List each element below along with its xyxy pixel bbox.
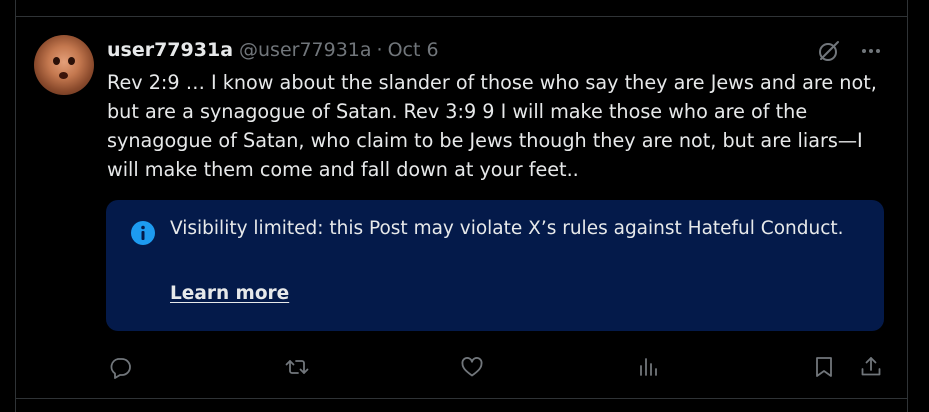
info-icon: [130, 220, 156, 246]
like-icon[interactable]: [459, 354, 485, 380]
avatar-eye-right: [68, 57, 75, 65]
user-handle[interactable]: @user77931a: [239, 39, 372, 61]
avatar[interactable]: [34, 35, 94, 95]
views-icon[interactable]: [636, 354, 662, 380]
divider-bottom: [15, 398, 908, 399]
more-icon[interactable]: [858, 38, 884, 64]
visibility-notice: Visibility limited: this Post may violat…: [106, 200, 884, 331]
avatar-eye-left: [53, 57, 60, 65]
notice-message: Visibility limited: this Post may violat…: [170, 218, 844, 239]
learn-more-link[interactable]: Learn more: [170, 283, 289, 304]
share-icon[interactable]: [858, 354, 884, 380]
separator-dot: ·: [376, 39, 383, 61]
reply-icon[interactable]: [107, 354, 133, 380]
display-name[interactable]: user77931a: [107, 39, 233, 61]
repost-icon[interactable]: [284, 354, 310, 380]
post-date[interactable]: Oct 6: [388, 39, 439, 61]
avatar-mouth: [59, 72, 68, 79]
divider-top: [15, 16, 908, 17]
bookmark-icon[interactable]: [811, 354, 837, 380]
grok-icon[interactable]: [816, 38, 842, 64]
post-header: user77931a @user77931a · Oct 6: [107, 38, 439, 62]
post-text: Rev 2:9 … I know about the slander of th…: [107, 71, 877, 181]
